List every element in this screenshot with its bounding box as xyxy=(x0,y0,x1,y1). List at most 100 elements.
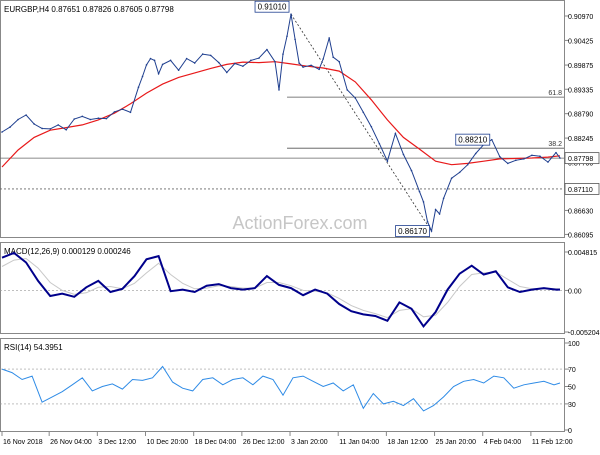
x-tick-label: 11 Feb 12:00 xyxy=(532,439,573,446)
price-callout-label: 0.91010 xyxy=(258,3,287,12)
price-point xyxy=(298,62,300,64)
price-point xyxy=(81,115,84,118)
price-point xyxy=(286,35,288,37)
price-point xyxy=(370,125,373,128)
price-point xyxy=(9,126,11,128)
price-point xyxy=(378,142,381,145)
price-point xyxy=(490,138,493,141)
price-point xyxy=(450,177,453,179)
price-point xyxy=(402,153,405,156)
price-point xyxy=(89,118,92,121)
price-point xyxy=(242,65,244,67)
price-callout-label: 0.88210 xyxy=(458,136,487,145)
price-point xyxy=(105,117,108,120)
price-point xyxy=(193,62,196,64)
price-point xyxy=(57,124,60,126)
price-point xyxy=(149,57,152,60)
price-point xyxy=(555,151,557,154)
x-tick-label: 4 Feb 04:00 xyxy=(484,439,521,446)
x-tick-label: 16 Nov 2018 xyxy=(3,439,43,446)
price-y-tick-label: 0.90425 xyxy=(568,38,593,45)
x-tick-label: 25 Jan 20:00 xyxy=(436,439,477,446)
price-point xyxy=(523,158,525,160)
price-point xyxy=(49,128,51,130)
price-point xyxy=(498,155,501,158)
price-point xyxy=(394,132,397,135)
price-point xyxy=(217,61,220,64)
price-point xyxy=(430,230,433,232)
price-point xyxy=(169,59,172,62)
price-point xyxy=(507,162,509,165)
price-point xyxy=(346,89,349,91)
price-point xyxy=(322,58,324,60)
price-point xyxy=(474,152,477,155)
x-tick-label: 3 Dec 12:00 xyxy=(98,439,136,446)
price-point xyxy=(1,131,3,133)
price-point xyxy=(274,60,276,63)
price-point xyxy=(338,60,341,63)
price-line xyxy=(1,14,561,233)
price-point xyxy=(258,57,260,59)
price-point xyxy=(332,56,334,59)
macd-y-tick-label: -0.005204 xyxy=(568,330,600,337)
symbol-header: EURGBP,H4 0.87651 0.87826 0.87605 0.8779… xyxy=(4,5,174,14)
price-y-tick-label: 0.90970 xyxy=(568,14,593,21)
x-tick-label: 26 Nov 04:00 xyxy=(50,439,92,446)
price-point xyxy=(278,89,280,91)
price-point xyxy=(177,69,180,72)
price-point xyxy=(234,62,236,65)
price-point xyxy=(201,53,204,55)
price-point xyxy=(65,129,68,131)
rsi-panel: 100 70 50 30 0 xyxy=(0,341,580,435)
x-tick-label: 26 Dec 12:00 xyxy=(243,439,285,446)
rsi-label: RSI(14) 54.3951 xyxy=(4,343,63,352)
price-y-tick-label: 0.89875 xyxy=(568,63,593,70)
x-axis: 16 Nov 2018 26 Nov 04:00 3 Dec 12:00 10 Dec… xyxy=(1,432,573,446)
x-tick-label: 10 Dec 20:00 xyxy=(147,439,189,446)
price-point xyxy=(73,118,76,120)
fibo-label: 61.8 xyxy=(548,90,562,97)
price-callout-label: 0.86170 xyxy=(398,227,427,236)
price-point xyxy=(137,86,140,89)
watermark: ActionForex.com xyxy=(232,213,367,233)
price-point xyxy=(290,13,292,16)
chart-container: ActionForex.com EURGBP,H4 0.87651 0.8782… xyxy=(0,0,600,450)
price-point xyxy=(458,171,461,174)
price-point xyxy=(410,169,413,172)
price-point xyxy=(17,118,19,121)
price-point xyxy=(153,59,156,62)
price-point xyxy=(266,48,268,51)
x-tick-label: 3 Jan 20:00 xyxy=(291,439,328,446)
x-tick-label: 18 Jan 12:00 xyxy=(387,439,428,446)
price-point xyxy=(226,71,228,74)
macd-panel: 0.004815 0.00 -0.005204 xyxy=(0,250,600,337)
price-point xyxy=(41,127,43,130)
chart-svg: ActionForex.com EURGBP,H4 0.87651 0.8782… xyxy=(0,0,600,446)
price-point xyxy=(354,97,357,99)
price-panel: 0.90970 0.90425 0.89875 0.89335 0.88790 0.882… xyxy=(0,0,600,239)
price-point xyxy=(438,213,441,215)
price-point xyxy=(97,117,100,119)
price-y-tick-label: 0.88245 xyxy=(568,136,593,143)
price-point xyxy=(434,208,437,211)
macd-y-tick-label: 0.004815 xyxy=(568,250,597,257)
price-point xyxy=(539,155,541,158)
price-point xyxy=(418,190,421,193)
rsi-y-tick-label: 70 xyxy=(568,367,576,374)
price-y-tick-label: 0.88790 xyxy=(568,112,593,119)
rsi-y-tick-label: 50 xyxy=(568,385,576,392)
rsi-line xyxy=(1,365,561,412)
x-tick-label: 18 Dec 04:00 xyxy=(195,439,237,446)
price-point xyxy=(33,123,35,125)
price-point xyxy=(282,53,284,55)
price-point xyxy=(141,75,144,78)
rsi-panel-frame xyxy=(0,338,565,432)
price-point xyxy=(318,68,320,71)
price-point xyxy=(161,63,164,66)
price-point xyxy=(426,220,429,223)
price-point xyxy=(442,197,445,200)
price-y-tick-label: 0.89335 xyxy=(568,87,593,94)
price-point xyxy=(129,111,132,114)
price-point xyxy=(310,64,312,67)
price-point xyxy=(559,157,561,159)
